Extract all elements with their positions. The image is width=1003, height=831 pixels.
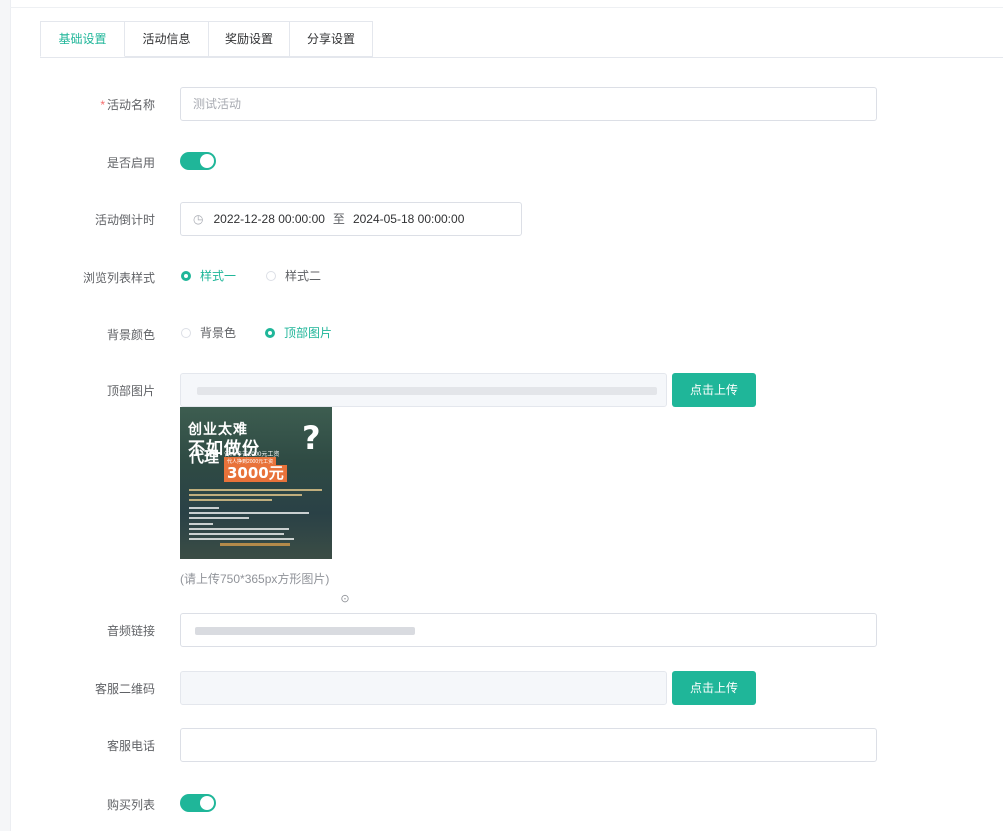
top-image-upload-button[interactable]: 点击上传 (672, 373, 756, 407)
audio-link-label: 音频链接 (106, 624, 155, 638)
tab-reward-settings[interactable]: 奖励设置 (209, 21, 290, 57)
activity-name-label: * 活动名称 (100, 98, 155, 112)
activity-name-input[interactable]: 测试活动 (180, 87, 877, 121)
poster-line3: 代理 (189, 448, 220, 466)
poster-text-line (189, 507, 219, 509)
cs-qrcode-label: 客服二维码 (94, 682, 155, 696)
toggle-knob (200, 154, 214, 168)
buy-list-toggle[interactable] (180, 794, 216, 812)
radio-dot (181, 328, 191, 338)
radio-dot (265, 328, 275, 338)
poster-text-line (189, 523, 213, 525)
buy-list-label: 购买列表 (106, 798, 155, 812)
tab-share-settings[interactable]: 分享设置 (290, 21, 373, 57)
poster-amount: 3000元 (224, 465, 287, 482)
cs-phone-label: 客服电话 (106, 739, 155, 753)
countdown-date-range[interactable]: ◷ 2022-12-28 00:00:00 至 2024-05-18 00:00:00 (180, 202, 522, 236)
toggle-knob (200, 796, 214, 810)
top-image-hint: (请上传750*365px方形图片) (180, 572, 330, 586)
poster-text-line (189, 533, 284, 535)
enabled-toggle[interactable] (180, 152, 216, 170)
countdown-label: 活动倒计时 (94, 213, 155, 227)
tab-activity-info[interactable]: 活动信息 (125, 21, 209, 57)
left-sidebar-edge (0, 0, 11, 831)
countdown-start: 2022-12-28 00:00:00 (213, 212, 325, 226)
tab-basic-settings[interactable]: 基础设置 (40, 21, 125, 57)
close-circle-icon[interactable]: ⊙ (339, 593, 351, 605)
enabled-label: 是否启用 (106, 156, 155, 170)
radio-dot (181, 271, 191, 281)
poster-text-line (189, 528, 289, 530)
activity-name-value: 测试活动 (193, 97, 242, 111)
poster-text-line (189, 499, 272, 501)
poster-question-mark: ? (302, 419, 321, 457)
top-image-label: 顶部图片 (106, 384, 155, 398)
poster-text-line (189, 489, 322, 491)
blurred-audio-url (195, 627, 415, 635)
poster-text-line (189, 512, 309, 514)
poster-text-line (189, 517, 249, 519)
blurred-url (197, 387, 657, 395)
poster-bottom-bar (220, 543, 290, 546)
range-separator: 至 (332, 212, 345, 226)
clock-icon: ◷ (193, 212, 204, 226)
countdown-end: 2024-05-18 00:00:00 (352, 212, 465, 226)
top-image-url-field (180, 373, 667, 407)
required-mark: * (100, 98, 105, 112)
background-label: 背景颜色 (106, 328, 155, 342)
radio-style-one[interactable]: 样式一 (181, 268, 236, 284)
top-divider (10, 7, 1003, 8)
poster-text-line (189, 538, 294, 540)
radio-style-two[interactable]: 样式二 (266, 268, 321, 284)
top-image-preview[interactable]: 创业太难 不如做份 ? 代理 告人辛苦2000元工资 代人挣到2000元工资 3… (180, 407, 332, 559)
cs-qrcode-url-field (180, 671, 667, 705)
radio-background-color[interactable]: 背景色 (181, 325, 236, 341)
cs-phone-input[interactable] (180, 728, 877, 762)
radio-top-image[interactable]: 顶部图片 (265, 325, 332, 341)
cs-qrcode-upload-button[interactable]: 点击上传 (672, 671, 756, 705)
settings-tabs: 基础设置 活动信息 奖励设置 分享设置 (40, 21, 1003, 58)
radio-dot (266, 271, 276, 281)
audio-link-input[interactable] (180, 613, 877, 647)
poster-text-line (189, 494, 302, 496)
list-style-label: 浏览列表样式 (82, 271, 155, 285)
